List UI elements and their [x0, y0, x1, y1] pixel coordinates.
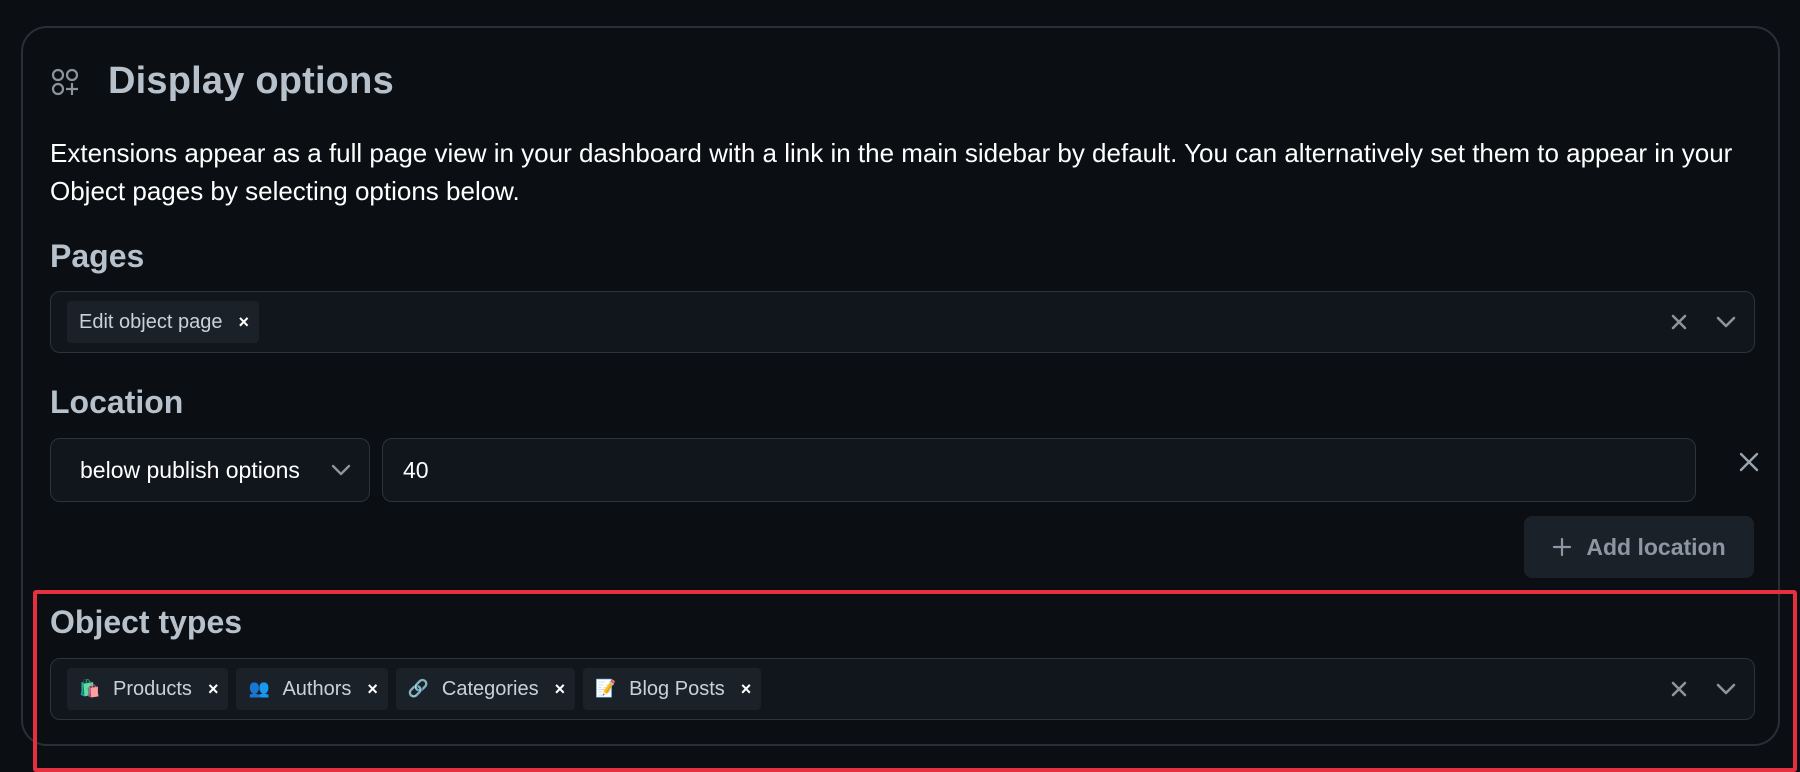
chip: Edit object page × — [67, 301, 259, 343]
chip-remove-icon[interactable]: × — [741, 679, 752, 700]
chip-emoji-icon: 🔗 — [407, 679, 430, 698]
shapes-add-icon — [51, 68, 79, 95]
display-options-panel: Display options Extensions appear as a f… — [21, 26, 1797, 772]
chevron-down-icon — [331, 464, 351, 476]
chip-emoji-icon: 👥 — [248, 679, 270, 698]
chip: 🛍️ Products × — [67, 668, 229, 710]
chip-label: Edit object page — [79, 310, 223, 333]
add-location-label: Add location — [1586, 533, 1726, 560]
add-location-button[interactable]: Add location — [1524, 516, 1754, 578]
remove-location-icon[interactable] — [1738, 451, 1760, 473]
object-types-label: Object types — [50, 604, 243, 640]
chip: 📝 Blog Posts × — [583, 668, 762, 710]
location-label: Location — [50, 384, 184, 420]
description-text: Extensions appear as a full page view in… — [50, 138, 1733, 206]
chip: 👥 Authors × — [236, 668, 388, 710]
chip-label: Authors — [282, 677, 352, 700]
chip-emoji-icon: 📝 — [595, 679, 617, 698]
clear-icon[interactable] — [1670, 313, 1688, 331]
location-position-value: below publish options — [80, 456, 300, 483]
chip-emoji-icon: 🛍️ — [79, 679, 101, 698]
chip-label: Blog Posts — [629, 677, 725, 700]
chip-label: Categories — [441, 677, 539, 700]
location-order-input[interactable] — [382, 438, 1696, 502]
chip-remove-icon[interactable]: × — [208, 679, 219, 700]
chevron-down-icon[interactable] — [1716, 316, 1736, 328]
chip-remove-icon[interactable]: × — [238, 312, 249, 333]
chip-label: Products — [113, 677, 192, 700]
chip-remove-icon[interactable]: × — [367, 679, 378, 700]
pages-multiselect[interactable]: Edit object page × — [50, 291, 1755, 353]
page-title: Display options — [108, 60, 394, 102]
chevron-down-icon[interactable] — [1716, 683, 1736, 695]
chip-remove-icon[interactable]: × — [555, 679, 566, 700]
clear-icon[interactable] — [1670, 680, 1688, 698]
panel-header: Display options — [50, 60, 394, 103]
plus-icon — [1553, 537, 1572, 557]
chip: 🔗 Categories × — [395, 668, 576, 710]
location-position-select[interactable]: below publish options — [50, 438, 370, 502]
pages-label: Pages — [50, 238, 145, 274]
object-types-chip-list: 🛍️ Products × 👥 Authors × 🔗 Categories × 📝 Blog Po… — [67, 668, 1670, 710]
pages-chip-list: Edit object page × — [67, 301, 1670, 343]
object-types-multiselect[interactable]: 🛍️ Products × 👥 Authors × 🔗 Categories × 📝 Blog Po… — [50, 658, 1755, 720]
